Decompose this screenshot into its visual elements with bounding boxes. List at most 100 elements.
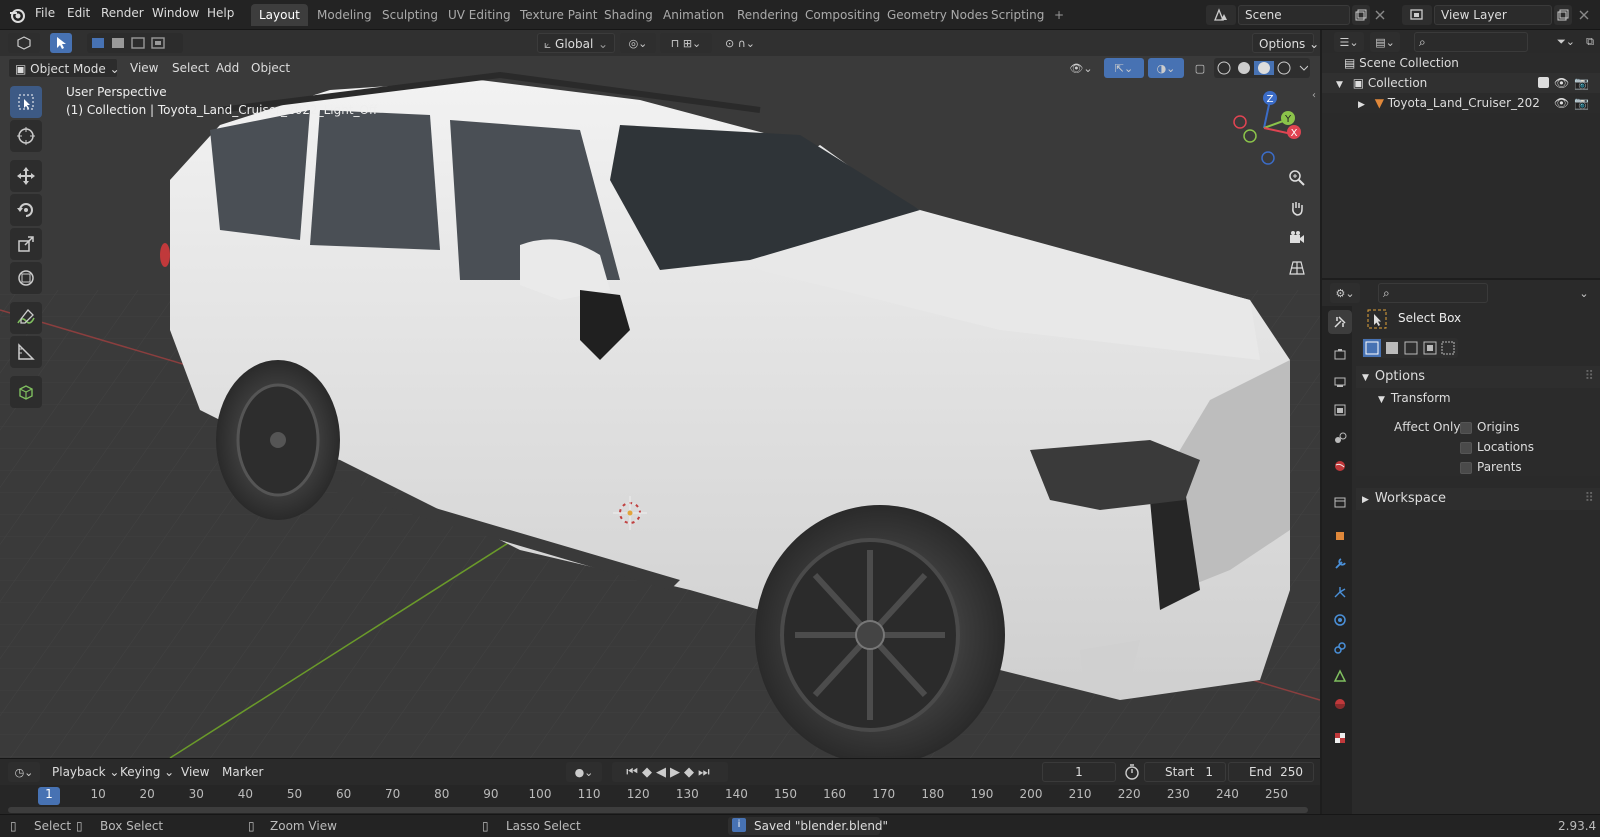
- viewport-scene[interactable]: [0, 30, 1320, 758]
- play-icon[interactable]: ▶: [670, 765, 684, 780]
- object-tab-icon[interactable]: [1328, 524, 1352, 548]
- object-eye-icon[interactable]: 👁: [1554, 93, 1569, 113]
- expand-arrow-icon[interactable]: ▼: [1336, 80, 1343, 90]
- pivot-point-icon[interactable]: ◎⌄: [620, 33, 656, 53]
- tab-layout[interactable]: Layout: [251, 4, 308, 26]
- record-icon[interactable]: ●⌄: [566, 762, 602, 782]
- transform-subpanel-header[interactable]: ▼ Transform: [1378, 391, 1451, 405]
- proportional-edit-icon[interactable]: ⊙ ∩⌄: [716, 33, 764, 53]
- menu-edit[interactable]: Edit: [67, 6, 90, 20]
- display-mode-icon[interactable]: ▤⌄: [1370, 32, 1400, 52]
- timeline-editor-type-icon[interactable]: ◷⌄: [8, 762, 40, 782]
- constraints-tab-icon[interactable]: [1328, 636, 1352, 660]
- tab-rendering[interactable]: Rendering: [729, 4, 806, 26]
- properties-options-icon[interactable]: ⌄: [1574, 283, 1594, 303]
- tab-modeling[interactable]: Modeling: [309, 4, 380, 26]
- exclude-checkbox[interactable]: [1538, 77, 1549, 88]
- render-camera-icon[interactable]: 📷: [1574, 73, 1589, 93]
- world-tab-icon[interactable]: [1328, 454, 1352, 478]
- outliner-row-scene-collection[interactable]: ▤ Scene Collection: [1322, 53, 1600, 73]
- view-layer-icon[interactable]: [1402, 5, 1432, 25]
- menu-help[interactable]: Help: [207, 6, 234, 20]
- cursor-tool-icon[interactable]: [10, 120, 42, 152]
- view-layer-field[interactable]: View Layer: [1434, 5, 1552, 25]
- timeline-scrollbar[interactable]: [8, 807, 1308, 813]
- texture-tab-icon[interactable]: [1328, 726, 1352, 750]
- mode-dropdown[interactable]: ▣ Object Mode ⌄: [8, 58, 120, 78]
- filter-icon[interactable]: ⏷⌄: [1550, 32, 1582, 52]
- menu-object[interactable]: Object: [245, 58, 296, 78]
- tab-scripting[interactable]: Scripting: [983, 4, 1052, 26]
- overlays-toggle-icon[interactable]: ◑⌄: [1148, 58, 1184, 78]
- collection-tab-icon[interactable]: [1328, 490, 1352, 514]
- eye-icon[interactable]: 👁: [1554, 73, 1569, 93]
- transform-orientation-dropdown[interactable]: ⟀ Global ⌄: [537, 33, 615, 53]
- scene-name-field[interactable]: Scene: [1238, 5, 1350, 25]
- jump-end-icon[interactable]: ⏭: [698, 765, 714, 780]
- locations-checkbox[interactable]: [1460, 442, 1472, 454]
- properties-editor-type-icon[interactable]: ⚙⌄: [1330, 283, 1360, 303]
- add-cube-tool-icon[interactable]: [10, 376, 42, 408]
- menu-file[interactable]: File: [35, 6, 55, 20]
- timeline-ruler[interactable]: 1 10 20 30 40 50 60 70 80 90 100 110 120 130 140 150 160…: [0, 785, 1320, 815]
- play-reverse-icon[interactable]: ◀: [656, 765, 670, 780]
- physics-tab-icon[interactable]: [1328, 608, 1352, 632]
- new-collection-icon[interactable]: ⧉: [1582, 32, 1598, 52]
- rotate-tool-icon[interactable]: [10, 194, 42, 226]
- editor-type-icon[interactable]: [8, 33, 40, 53]
- properties-search-input[interactable]: ⌕: [1378, 283, 1488, 303]
- collapse-arrow-icon[interactable]: ▶: [1358, 100, 1365, 110]
- current-frame-field[interactable]: 1: [1042, 762, 1116, 782]
- material-tab-icon[interactable]: [1328, 692, 1352, 716]
- select-tool-header-icon[interactable]: [50, 33, 72, 53]
- timeline-menu-marker[interactable]: Marker: [216, 762, 269, 782]
- menu-select[interactable]: Select: [166, 58, 215, 78]
- tab-geometry-nodes[interactable]: Geometry Nodes: [879, 4, 996, 26]
- tab-texture-paint[interactable]: Texture Paint: [512, 4, 605, 26]
- select-box-tool-icon[interactable]: [10, 86, 42, 118]
- pan-hand-icon[interactable]: [1284, 195, 1310, 221]
- xray-icon[interactable]: ▢: [1190, 58, 1210, 78]
- outliner-editor-type-icon[interactable]: ☰⌄: [1334, 32, 1364, 52]
- object-render-icon[interactable]: 📷: [1574, 93, 1589, 113]
- prev-keyframe-icon[interactable]: ◆: [642, 765, 656, 780]
- options-panel-header[interactable]: ▼ Options ⠿: [1356, 366, 1600, 388]
- drag-handle-icon[interactable]: ⠿: [1584, 366, 1594, 388]
- render-tab-icon[interactable]: [1328, 342, 1352, 366]
- measure-tool-icon[interactable]: [10, 336, 42, 368]
- start-frame-field[interactable]: Start 1: [1144, 762, 1226, 782]
- snap-icon[interactable]: ⊓ ⊞⌄: [660, 33, 712, 53]
- timeline-menu-view[interactable]: View: [175, 762, 215, 782]
- new-scene-icon[interactable]: [1352, 5, 1370, 25]
- data-tab-icon[interactable]: [1328, 664, 1352, 688]
- view-layer-tab-icon[interactable]: [1328, 398, 1352, 422]
- selection-mode-icons[interactable]: [87, 33, 183, 53]
- perspective-toggle-icon[interactable]: [1284, 255, 1310, 281]
- scale-tool-icon[interactable]: [10, 228, 42, 260]
- navigation-gizmo[interactable]: Z Y X: [1224, 88, 1304, 168]
- outliner-row-object[interactable]: ▶ ▼ Toyota_Land_Cruiser_202 👁 📷: [1322, 93, 1600, 113]
- transform-tool-icon[interactable]: [10, 262, 42, 294]
- scene-tab-icon[interactable]: [1328, 426, 1352, 450]
- camera-view-icon[interactable]: [1284, 225, 1310, 251]
- tab-compositing[interactable]: Compositing: [797, 4, 888, 26]
- move-tool-icon[interactable]: [10, 160, 42, 192]
- menu-view[interactable]: View: [124, 58, 164, 78]
- delete-view-layer-icon[interactable]: [1576, 5, 1592, 25]
- tab-sculpting[interactable]: Sculpting: [374, 4, 446, 26]
- outliner-row-collection[interactable]: ▼ ▣ Collection 👁 📷: [1322, 73, 1600, 93]
- annotate-tool-icon[interactable]: [10, 302, 42, 334]
- menu-window[interactable]: Window: [152, 6, 199, 20]
- shading-mode-icons[interactable]: [1214, 58, 1310, 78]
- tool-mode-icons[interactable]: [1362, 338, 1458, 358]
- modifier-tab-icon[interactable]: [1328, 552, 1352, 576]
- workspace-panel-header[interactable]: ▶ Workspace ⠿: [1356, 488, 1600, 510]
- delete-scene-icon[interactable]: [1372, 5, 1388, 25]
- tool-tab-icon[interactable]: [1328, 310, 1352, 334]
- blender-logo-icon[interactable]: [8, 6, 26, 24]
- new-view-layer-icon[interactable]: [1554, 5, 1572, 25]
- jump-start-icon[interactable]: ⏮: [626, 765, 642, 780]
- gizmo-toggle-icon[interactable]: ⇱⌄: [1104, 58, 1144, 78]
- scene-icon[interactable]: [1206, 5, 1236, 25]
- use-preview-range-icon[interactable]: [1124, 764, 1140, 780]
